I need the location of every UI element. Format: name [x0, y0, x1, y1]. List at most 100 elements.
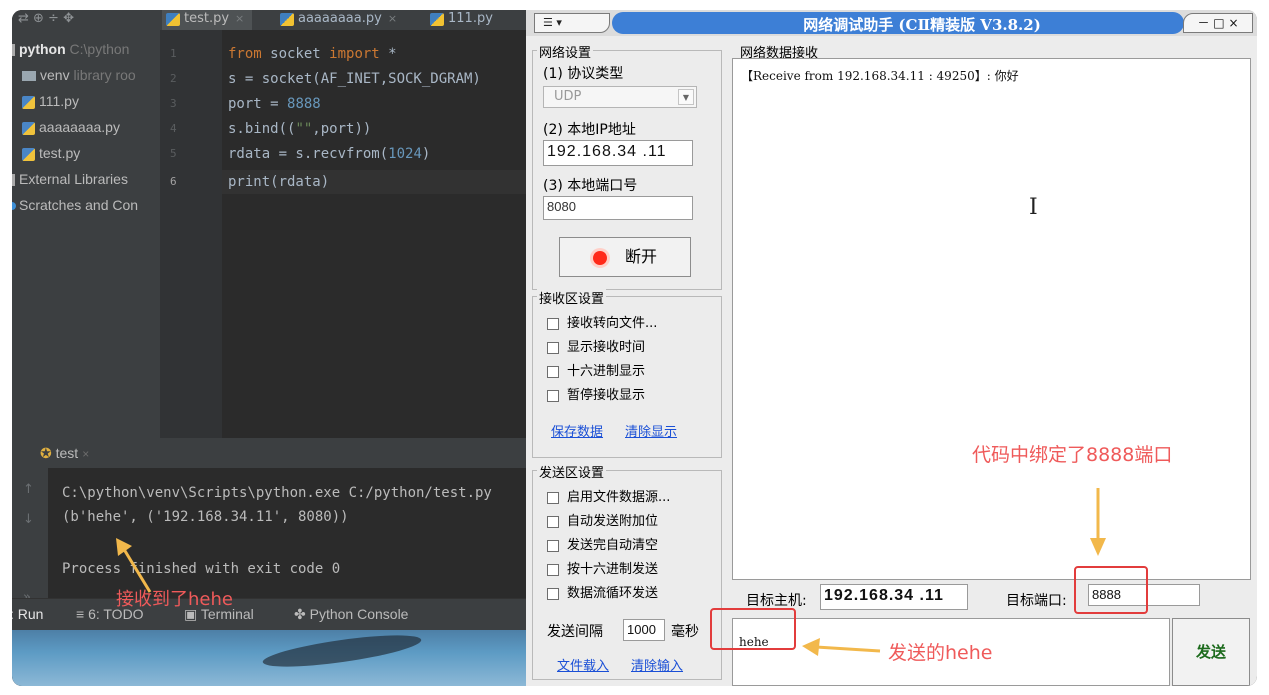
python-run-icon: ✪	[40, 445, 52, 461]
file-source-checkbox[interactable]: 启用文件数据源...	[547, 487, 670, 509]
title-bar: ☰ ▾ 网络调试助手 (CⅡ精装版 V3.8.2) － □ ×	[526, 10, 1257, 36]
python-console-button[interactable]: ✤ Python Console	[294, 606, 408, 623]
editor-tab-bar: ⇄ ⊕ ÷ ✥ test.py × aaaaaaaa.py × 111.py	[12, 10, 526, 30]
toolbar-icons[interactable]: ⇄ ⊕ ÷ ✥	[18, 11, 74, 26]
run-header: ✪ test ×	[12, 438, 526, 468]
arrow-down-icon[interactable]: ↓	[23, 512, 34, 527]
title-pill: 网络调试助手 (CⅡ精装版 V3.8.2)	[612, 12, 1184, 34]
bottom-tool-bar: : Run ≡ 6: TODO ▣ Terminal ✤ Python Cons…	[12, 598, 526, 630]
recv-message: 【Receive from 192.168.34.11 : 49250】: 你好	[741, 69, 1019, 83]
run-exit-line: Process finished with exit code 0	[62, 561, 341, 577]
loop-send-checkbox[interactable]: 数据流循环发送	[547, 583, 658, 605]
checkbox[interactable]	[547, 539, 559, 552]
annotation-arrow-icon	[1090, 488, 1106, 556]
send-settings-group: 发送区设置 启用文件数据源... 自动发送附加位 发送完自动清空 按十六进制发送…	[532, 462, 722, 680]
group-title: 网络设置	[537, 42, 594, 61]
checkbox[interactable]	[547, 389, 559, 402]
tree-external-libraries[interactable]: External Libraries	[12, 166, 128, 192]
app-menu-button[interactable]: ☰ ▾	[534, 13, 610, 33]
group-title: 接收区设置	[537, 288, 607, 307]
list-icon: ≡	[76, 606, 85, 622]
tab-111-py[interactable]: 111.py	[426, 10, 501, 30]
line-number: 5	[170, 147, 177, 160]
run-gutter: ↑ ↓ »	[12, 468, 48, 605]
tab-test-py[interactable]: test.py ×	[162, 10, 253, 30]
checkbox[interactable]	[547, 365, 559, 378]
run-output-line: (b'hehe', ('192.168.34.11', 8080))	[62, 509, 349, 525]
line-number: 1	[170, 47, 177, 60]
code-line-6: print(rdata)	[228, 174, 330, 190]
checkbox[interactable]	[547, 515, 559, 528]
load-file-link[interactable]: 文件载入	[557, 655, 609, 674]
python-file-icon	[280, 13, 294, 26]
hex-display-checkbox[interactable]: 十六进制显示	[547, 361, 645, 383]
tree-root[interactable]: python C:\python	[12, 36, 129, 62]
folder-icon	[12, 44, 15, 57]
checkbox[interactable]	[547, 587, 559, 600]
chevron-down-icon: ▼	[678, 89, 694, 105]
protocol-label: (1) 协议类型	[543, 66, 624, 82]
clear-input-link[interactable]: 清除输入	[631, 655, 683, 674]
desktop-wallpaper	[12, 628, 526, 686]
recv-settings-group: 接收区设置 接收转向文件... 显示接收时间 十六进制显示 暂停接收显示 保存数…	[532, 288, 722, 458]
code-line-4: s.bind(("",port))	[228, 121, 372, 137]
checkbox[interactable]	[547, 563, 559, 576]
code-line-5: rdata = s.recvfrom(1024)	[228, 146, 431, 162]
tree-file-aaaaaaaa[interactable]: aaaaaaaa.py	[22, 114, 120, 140]
protocol-select[interactable]: UDP ▼	[543, 86, 697, 108]
line-number: 2	[170, 72, 177, 85]
code-line-3: port = 8888	[228, 96, 321, 112]
target-host-field[interactable]: 192.168.34 .11	[820, 584, 968, 610]
scratches-icon	[12, 202, 16, 211]
send-button[interactable]: 发送	[1172, 618, 1250, 686]
hex-send-checkbox[interactable]: 按十六进制发送	[547, 559, 658, 581]
pause-display-checkbox[interactable]: 暂停接收显示	[547, 385, 645, 407]
close-icon[interactable]: ×	[82, 447, 89, 461]
recv-to-file-checkbox[interactable]: 接收转向文件...	[547, 313, 657, 335]
append-bit-checkbox[interactable]: 自动发送附加位	[547, 511, 658, 533]
run-toolwindow-button[interactable]: : Run	[12, 606, 43, 622]
annotation-received: 接收到了hehe	[116, 589, 233, 610]
ip-label: (2) 本地IP地址	[543, 122, 636, 138]
python-file-icon	[166, 13, 180, 26]
clear-display-link[interactable]: 清除显示	[625, 421, 677, 440]
tree-scratches[interactable]: Scratches and Con	[12, 192, 138, 218]
window-controls[interactable]: － □ ×	[1183, 13, 1253, 33]
annotation-port: 代码中绑定了8888端口	[972, 444, 1173, 466]
target-port-label: 目标端口:	[1006, 593, 1067, 609]
folder-icon	[22, 71, 36, 82]
save-data-link[interactable]: 保存数据	[551, 421, 603, 440]
close-icon[interactable]: ×	[388, 12, 397, 25]
code-editor[interactable]: from socket import * s = socket(AF_INET,…	[222, 30, 526, 438]
code-line-2: s = socket(AF_INET,SOCK_DGRAM)	[228, 71, 481, 87]
highlight-target-port	[1074, 566, 1148, 614]
tree-file-111[interactable]: 111.py	[22, 88, 79, 114]
show-recv-time-checkbox[interactable]: 显示接收时间	[547, 337, 645, 359]
recv-data-area[interactable]: 【Receive from 192.168.34.11 : 49250】: 你好…	[732, 58, 1251, 580]
tab-aaaaaaaa-py[interactable]: aaaaaaaa.py ×	[276, 10, 405, 30]
line-number: 3	[170, 97, 177, 110]
close-icon[interactable]: ×	[235, 12, 244, 25]
interval-label: 发送间隔	[547, 624, 603, 640]
project-tree: python C:\python venv library roo 111.py…	[12, 30, 160, 438]
arrow-up-icon[interactable]: ↑	[23, 482, 34, 497]
python-file-icon	[430, 13, 444, 26]
auto-clear-checkbox[interactable]: 发送完自动清空	[547, 535, 658, 557]
checkbox[interactable]	[547, 491, 559, 504]
line-number: 4	[170, 122, 177, 135]
target-host-label: 目标主机:	[746, 593, 807, 609]
checkbox[interactable]	[547, 341, 559, 354]
tree-venv[interactable]: venv library roo	[22, 62, 136, 88]
local-port-field[interactable]: 8080	[543, 196, 693, 220]
line-number: 6	[170, 175, 177, 188]
tree-file-test[interactable]: test.py	[22, 140, 80, 166]
line-number-gutter: 1 2 3 4 5 6	[160, 30, 222, 438]
text-cursor-icon: I	[1029, 195, 1038, 220]
disconnect-button[interactable]: 断开	[559, 237, 691, 277]
code-line-1: from socket import *	[228, 46, 397, 62]
interval-field[interactable]: 1000	[623, 619, 665, 641]
local-ip-field[interactable]: 192.168.34 .11	[543, 140, 693, 166]
python-console-icon: ✤	[294, 606, 306, 622]
run-tab-test[interactable]: ✪ test ×	[40, 445, 89, 462]
checkbox[interactable]	[547, 317, 559, 330]
